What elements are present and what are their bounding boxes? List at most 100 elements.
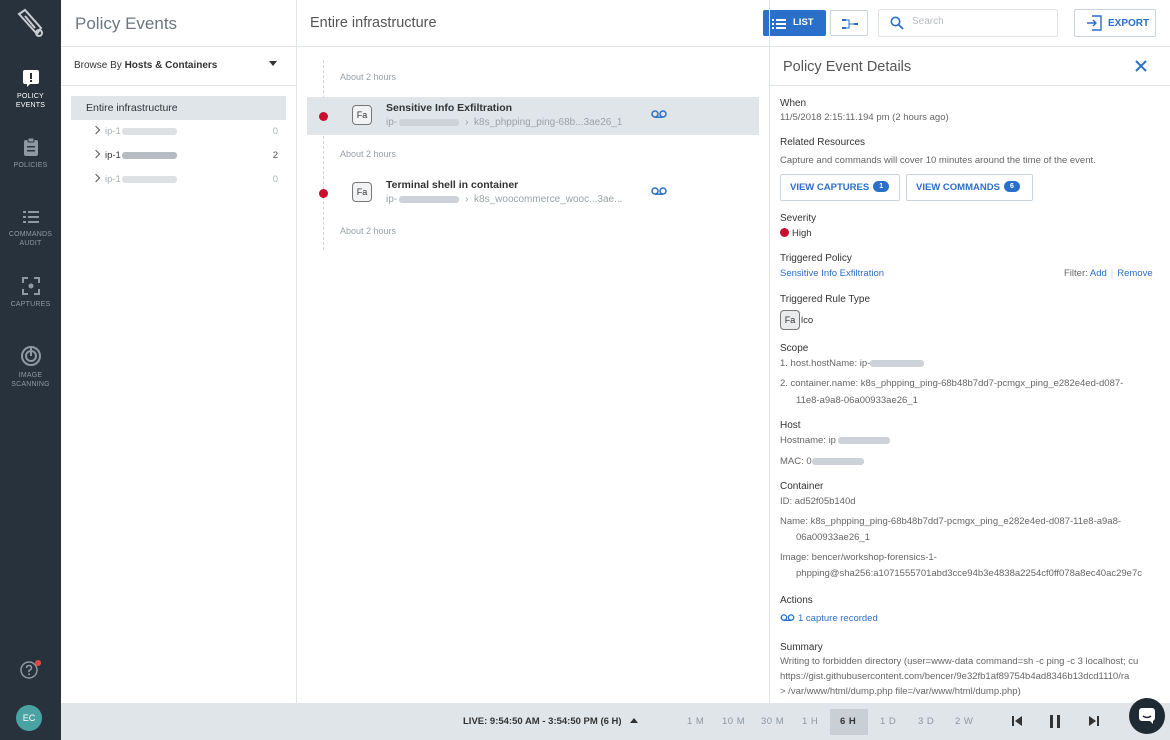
scope-label: Scope [780, 343, 809, 354]
timeline-line [323, 60, 324, 250]
nav-commands-audit[interactable]: COMMANDS AUDIT [0, 208, 61, 248]
close-icon[interactable] [1134, 59, 1148, 73]
container-id: ID: ad52f05b140d [780, 496, 856, 507]
skip-back-icon[interactable] [1011, 715, 1023, 727]
capture-tape-icon[interactable] [651, 187, 667, 196]
mac: MAC: 0 [780, 456, 864, 467]
capture-tape-icon[interactable] [651, 110, 667, 119]
severity-value: High [780, 227, 812, 239]
redacted-text [399, 118, 460, 126]
caret-down-icon[interactable] [269, 61, 277, 66]
pause-icon[interactable] [1049, 715, 1061, 728]
summary-line-1: Writing to forbidden directory (user=www… [780, 656, 1139, 667]
chevron-right-icon[interactable] [91, 125, 101, 135]
redacted-text [870, 359, 925, 367]
app: POLICY EVENTS POLICIES COMMANDS AUDIT CA… [0, 0, 1170, 740]
chat-icon [1139, 708, 1155, 724]
nav-policy-events-label: POLICY [17, 93, 44, 100]
tree-root-entire-infrastructure[interactable]: Entire infrastructure [71, 96, 286, 120]
browse-prefix: Browse By [74, 60, 125, 71]
event-row[interactable]: Fa Terminal shell in container ip- › k8s_… [307, 174, 759, 212]
range-1d[interactable]: 1 D [880, 716, 896, 727]
redacted-text [811, 457, 864, 465]
nav-commands-label: COMMANDS [8, 231, 53, 238]
container-name-2: 06a00933ae26_1 [796, 532, 870, 543]
when-value: 11/5/2018 2:15:11.194 pm (2 hours ago) [780, 112, 949, 123]
policy-link[interactable]: Sensitive Info Exfiltration [780, 268, 884, 279]
nav-policy-events[interactable]: POLICY EVENTS [0, 68, 61, 110]
tree-item-name: ip-1 [105, 174, 121, 185]
event-name: Sensitive Info Exfiltration [386, 102, 513, 114]
search-input[interactable] [912, 16, 1052, 27]
help-icon[interactable] [20, 660, 41, 682]
policy-label: Triggered Policy [780, 253, 852, 264]
nav-policies[interactable]: POLICIES [0, 137, 61, 170]
tree-item[interactable]: ip-1 2 [91, 149, 278, 163]
view-commands-button[interactable]: VIEW COMMANDS 6 [906, 174, 1033, 201]
logo-icon[interactable] [15, 8, 45, 41]
nav-rail: POLICY EVENTS POLICIES COMMANDS AUDIT CA… [0, 0, 61, 740]
list-view-button[interactable]: LIST [763, 10, 826, 36]
capture-recorded-text: 1 capture recorded [798, 613, 878, 624]
filter-remove-link[interactable]: Remove [1117, 268, 1152, 279]
summary-line-2: https://gist.githubusercontent.com/bence… [780, 671, 1130, 682]
event-container: k8s_woocommerce_wooc...3ae... [474, 194, 623, 205]
scope-host: 1. host.hostName: ip- [780, 358, 925, 369]
filter-add-link[interactable]: Add [1090, 268, 1107, 279]
range-30m[interactable]: 30 M [761, 716, 784, 727]
tree-item[interactable]: ip-1 0 [91, 125, 278, 139]
browse-by-dropdown[interactable]: Browse By Hosts & Containers [74, 60, 217, 71]
tree-item[interactable]: ip-1 0 [91, 173, 278, 187]
range-3d[interactable]: 3 D [918, 716, 934, 727]
redacted-text [121, 151, 177, 159]
browse-panel: Policy Events Browse By Hosts & Containe… [61, 0, 297, 703]
scan-icon [20, 346, 41, 366]
capture-tape-icon [780, 614, 795, 622]
commands-count-badge: 6 [1003, 180, 1020, 192]
chat-button[interactable] [1129, 698, 1165, 734]
view-captures-button[interactable]: VIEW CAPTURES 1 [780, 174, 900, 201]
range-1m[interactable]: 1 M [687, 716, 704, 727]
nav-captures[interactable]: CAPTURES [0, 276, 61, 309]
capture-recorded-link[interactable]: 1 capture recorded [780, 613, 878, 624]
time-ago-label: About 2 hours [340, 72, 397, 82]
export-button[interactable]: EXPORT [1074, 9, 1156, 37]
tree-item-count: 0 [272, 174, 278, 185]
chevron-right-icon[interactable] [91, 149, 101, 159]
chevron-right-icon: › [465, 194, 469, 205]
chevron-right-icon: › [465, 117, 469, 128]
related-label: Related Resources [780, 137, 866, 148]
graph-view-button[interactable] [830, 10, 868, 36]
rule-type-rest: lco [801, 315, 814, 326]
nav-captures-label: CAPTURES [10, 301, 51, 308]
event-scope: ip- › k8s_phpping_ping-68b...3ae26_1 [386, 117, 623, 128]
filter-actions: Filter: Add | Remove [1064, 268, 1153, 279]
nav-image-scanning[interactable]: IMAGE SCANNING [0, 345, 61, 389]
falco-badge: Fa [780, 310, 800, 330]
range-2w[interactable]: 2 W [955, 716, 973, 727]
skip-forward-icon[interactable] [1088, 715, 1100, 727]
details-title: Policy Event Details [783, 59, 912, 75]
chevron-right-icon[interactable] [91, 173, 101, 183]
separator: | [1110, 268, 1114, 279]
redacted-text [121, 175, 177, 183]
tree-item-name: ip-1 [105, 126, 121, 137]
range-10m[interactable]: 10 M [722, 716, 745, 727]
events-list: About 2 hours Fa Sensitive Info Exfiltra… [297, 0, 770, 703]
event-host: ip- [386, 194, 398, 205]
event-row[interactable]: Fa Sensitive Info Exfiltration ip- › k8s_… [307, 97, 759, 135]
container-label: Container [780, 481, 824, 492]
event-name: Terminal shell in container [386, 179, 519, 191]
captures-count-badge: 1 [873, 180, 890, 192]
actions-label: Actions [780, 595, 813, 606]
hostname: Hostname: ip [780, 435, 890, 446]
redacted-text [837, 436, 890, 444]
avatar[interactable]: EC [16, 705, 42, 731]
severity-dot [780, 227, 789, 237]
scope-container-2: 11e8-a9a8-06a00933ae26_1 [796, 395, 918, 406]
live-time-range[interactable]: LIVE: 9:54:50 AM - 3:54:50 PM (6 H) [463, 716, 638, 727]
live-time-text: LIVE: 9:54:50 AM - 3:54:50 PM (6 H) [463, 716, 622, 727]
container-image-1: Image: bencer/workshop-forensics-1- [780, 552, 937, 563]
range-1h[interactable]: 1 H [802, 716, 818, 727]
range-6h[interactable]: 6 H [840, 716, 856, 727]
